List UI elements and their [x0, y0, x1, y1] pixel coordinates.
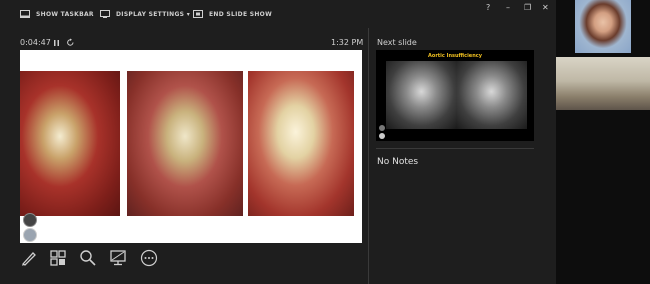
- close-icon[interactable]: ✕: [542, 3, 549, 12]
- restart-icon[interactable]: [66, 38, 75, 47]
- participant-video-2: [556, 57, 650, 110]
- next-slide-logo-icon: [379, 125, 385, 131]
- end-show-icon: [193, 10, 203, 18]
- surgical-photo-2: [127, 71, 243, 216]
- zoom-icon[interactable]: [79, 249, 97, 267]
- pen-icon[interactable]: [20, 249, 38, 267]
- more-options-icon[interactable]: [140, 249, 158, 267]
- current-slide: [20, 50, 362, 243]
- next-slide-label: Next slide: [377, 38, 417, 47]
- next-slide-seal-icon: [379, 133, 385, 139]
- speaker-notes: No Notes: [377, 157, 419, 167]
- minimize-icon[interactable]: –: [506, 3, 510, 12]
- restore-icon[interactable]: ❐: [524, 3, 531, 12]
- participant-video-1: [575, 0, 631, 53]
- end-slide-show-label: END SLIDE SHOW: [209, 10, 272, 18]
- next-slide-preview[interactable]: Aortic Insufficiency: [376, 50, 534, 141]
- taskbar-icon: [20, 10, 30, 18]
- surgical-photo-3: [248, 71, 354, 216]
- slide-logo-icon: [23, 213, 37, 227]
- xray-image-2: [456, 61, 527, 129]
- show-taskbar-button[interactable]: SHOW TASKBAR: [20, 6, 94, 22]
- slides-grid-icon[interactable]: [49, 249, 67, 267]
- pause-icon[interactable]: [53, 39, 60, 47]
- display-settings-button[interactable]: DISPLAY SETTINGS ▾: [100, 6, 190, 22]
- slide-seal-icon: [23, 228, 37, 242]
- xray-image-1: [386, 61, 457, 129]
- end-slide-show-button[interactable]: END SLIDE SHOW: [193, 6, 272, 22]
- surgical-photo-1: [20, 71, 120, 216]
- notes-divider: [376, 148, 534, 149]
- display-settings-label: DISPLAY SETTINGS ▾: [116, 10, 191, 18]
- panel-divider: [368, 28, 369, 284]
- clock: 1:32 PM: [331, 38, 364, 47]
- next-slide-title: Aortic Insufficiency: [428, 53, 482, 59]
- monitor-icon: [100, 10, 110, 18]
- black-screen-icon[interactable]: [109, 249, 127, 267]
- show-taskbar-label: SHOW TASKBAR: [36, 10, 94, 18]
- slide-timer: 0:04:47: [20, 38, 51, 47]
- help-icon[interactable]: ?: [486, 3, 490, 12]
